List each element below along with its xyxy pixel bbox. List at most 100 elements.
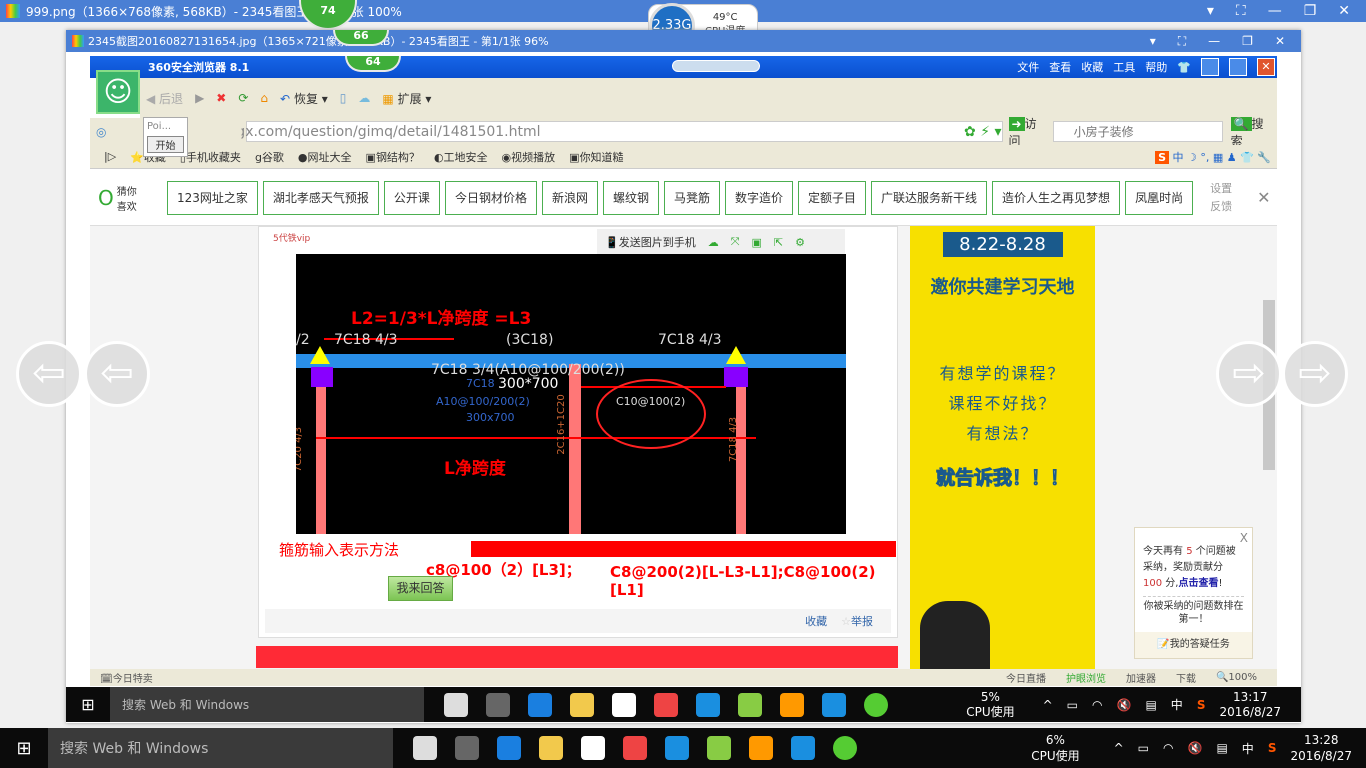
sogou-icon[interactable]: S — [1268, 741, 1277, 755]
start-button[interactable]: ⊞ — [66, 695, 110, 714]
search-input[interactable] — [1052, 121, 1223, 142]
notes-icon[interactable] — [780, 692, 804, 717]
search-button[interactable]: 🔍 搜索 — [1230, 115, 1271, 149]
taskbar-search[interactable]: 搜索 Web 和 Windows — [110, 687, 424, 722]
image-viewer-icon[interactable] — [738, 692, 762, 717]
notes-icon[interactable] — [749, 736, 773, 760]
send-to-phone-button[interactable]: 📱发送图片到手机 — [605, 234, 696, 250]
file-explorer-icon[interactable] — [539, 736, 563, 760]
my-tasks-link[interactable]: 📝我的答疑任务 — [1135, 632, 1252, 658]
swirl-app-icon[interactable] — [455, 736, 479, 760]
nav-link[interactable]: 广联达服务新干线 — [871, 180, 988, 215]
daily-sale[interactable]: 🗓今日特卖 — [100, 670, 153, 685]
prev-image-arrow-inner[interactable]: ⇦ — [84, 341, 150, 407]
nav-link[interactable]: 123网址之家 — [167, 180, 258, 215]
live-link[interactable]: 今日直播 — [1006, 670, 1046, 685]
menu-view[interactable]: 查看 — [1049, 59, 1071, 75]
report-link[interactable]: ☆举报 — [841, 613, 873, 629]
bookmark-item[interactable]: ◐工地安全 — [434, 149, 488, 165]
back-button[interactable]: ◀ 后退 — [146, 90, 183, 107]
start-button[interactable]: ⊞ — [0, 738, 48, 759]
restore-icon[interactable]: ❐ — [1242, 34, 1253, 49]
browser-icon[interactable] — [822, 692, 846, 717]
accelerator[interactable]: 加速器 — [1126, 670, 1156, 685]
bookmark-item[interactable]: ▣你知道糙 — [569, 149, 623, 165]
menu-tools[interactable]: 工具 — [1113, 59, 1135, 75]
dropdown-icon[interactable]: ▾ — [1150, 34, 1156, 49]
red-banner[interactable] — [256, 646, 898, 668]
360-browser-icon[interactable] — [833, 736, 857, 760]
restore-button[interactable] — [1229, 58, 1247, 76]
store-icon[interactable] — [581, 736, 605, 760]
refresh-icon[interactable]: ⟳ — [238, 91, 248, 105]
ad-banner[interactable]: 8.22-8.28 邀你共建学习天地 有想学的课程？ 课程不好找？ 有想法？ 就… — [910, 226, 1095, 669]
nav-link[interactable]: 湖北孝感天气预报 — [262, 180, 379, 215]
fan-app-icon[interactable] — [413, 736, 437, 760]
cloud-icon[interactable]: ☁ — [358, 91, 370, 105]
close-button[interactable]: ✕ — [1257, 58, 1275, 76]
battery-icon[interactable]: ▭ — [1138, 741, 1149, 755]
nav-link[interactable]: 新浪网 — [541, 180, 598, 215]
nav-link[interactable]: 造价人生之再见梦想 — [992, 180, 1121, 215]
answer-button[interactable]: 我来回答 — [388, 576, 453, 601]
clock[interactable]: 13:28 2016/8/27 — [1290, 732, 1352, 764]
close-icon[interactable]: X — [1240, 530, 1248, 546]
360-browser-icon[interactable] — [864, 692, 888, 717]
restore-button[interactable]: ↶ 恢复 ▾ — [280, 90, 328, 107]
skin-icon[interactable]: 👕 — [1177, 61, 1191, 74]
image-viewer-icon[interactable] — [707, 736, 731, 760]
bookmark-item[interactable]: ●网址大全 — [298, 149, 352, 165]
minimize-icon[interactable]: — — [1208, 34, 1220, 49]
file-explorer-icon[interactable] — [570, 692, 594, 717]
edge-icon[interactable] — [497, 736, 521, 760]
prev-image-arrow[interactable]: ⇦ — [16, 341, 82, 407]
share-icon[interactable]: ⇱ — [774, 236, 783, 249]
view-link[interactable]: 点击查看 — [1178, 578, 1218, 589]
chevron-up-icon[interactable]: ^ — [1043, 698, 1053, 712]
settings-feedback[interactable]: 设置 反馈 — [1210, 180, 1240, 216]
store-icon[interactable] — [612, 692, 636, 717]
drawing-image[interactable]: L2=1/3*L净跨度 =L3 L净跨度 /2 7C18 4/3 (3C18) … — [296, 254, 846, 534]
bookmark-item[interactable]: g谷歌 — [255, 149, 284, 165]
notification-icon[interactable]: ▤ — [1216, 741, 1227, 755]
ime-indicator[interactable]: 中 — [1171, 696, 1183, 713]
phone-icon[interactable]: ▯ — [340, 91, 347, 105]
fullscreen-icon[interactable]: ⛶ — [1236, 3, 1246, 19]
stop-icon[interactable]: ✖ — [216, 91, 226, 105]
ime-indicator[interactable]: 中 — [1242, 740, 1254, 757]
next-image-arrow-inner[interactable]: ⇨ — [1216, 341, 1282, 407]
nav-link[interactable]: 定额子目 — [798, 180, 867, 215]
mute-icon[interactable]: 🔇 — [1117, 698, 1132, 712]
menu-favorites[interactable]: 收藏 — [1081, 59, 1103, 75]
gear-icon[interactable]: ⚙ — [795, 236, 805, 249]
user-avatar[interactable]: ☺ — [96, 70, 140, 114]
browser-icon[interactable] — [791, 736, 815, 760]
nav-link[interactable]: 马凳筋 — [663, 180, 720, 215]
nav-link[interactable]: 今日钢材价格 — [444, 180, 537, 215]
minimize-button[interactable] — [1201, 58, 1219, 76]
swirl-app-icon[interactable] — [486, 692, 510, 717]
extend-button[interactable]: ▦ 扩展 ▾ — [382, 90, 431, 107]
nav-link[interactable]: 凤凰时尚 — [1125, 180, 1194, 215]
menu-help[interactable]: 帮助 — [1145, 59, 1167, 75]
collect-link[interactable]: 收藏 — [805, 613, 827, 629]
taskbar-search[interactable]: 搜索 Web 和 Windows — [48, 728, 393, 768]
app-icon[interactable] — [696, 692, 720, 717]
browser-2345-icon[interactable] — [654, 692, 678, 717]
battery-icon[interactable]: ▭ — [1067, 698, 1078, 712]
save-icon[interactable]: ▣ — [752, 236, 762, 249]
eye-mode[interactable]: 护眼浏览 — [1066, 670, 1106, 685]
ime-toolbar[interactable]: S 中 ☽ °, ▦ ♟ 👕 🔧 — [1155, 149, 1277, 165]
close-icon[interactable]: ✕ — [1257, 188, 1270, 207]
close-icon[interactable]: ✕ — [1338, 3, 1350, 19]
close-icon[interactable]: ✕ — [1275, 34, 1285, 49]
wifi-icon[interactable]: ◠ — [1092, 698, 1102, 712]
next-image-arrow[interactable]: ⇨ — [1282, 341, 1348, 407]
bookmark-item[interactable]: ▯手机收藏夹 — [180, 149, 241, 165]
visit-button[interactable]: ➜ 访问 — [1008, 115, 1045, 149]
cloud-icon[interactable]: ☁ — [708, 236, 719, 249]
clock[interactable]: 13:17 2016/8/27 — [1219, 690, 1281, 720]
nav-link[interactable]: 螺纹钢 — [602, 180, 659, 215]
menu-file[interactable]: 文件 — [1017, 59, 1039, 75]
restore-icon[interactable]: ❐ — [1304, 3, 1317, 19]
